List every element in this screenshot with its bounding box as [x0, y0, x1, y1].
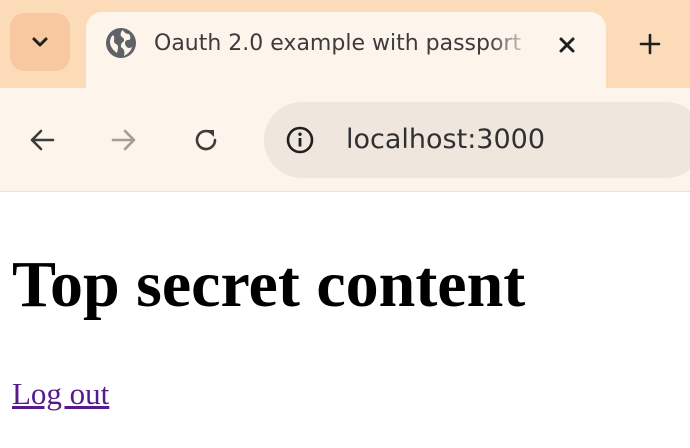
- logout-link[interactable]: Log out: [12, 374, 109, 414]
- url-text[interactable]: localhost:3000: [346, 122, 545, 158]
- globe-icon: [106, 28, 136, 58]
- page-heading: Top secret content: [12, 248, 526, 321]
- site-info-button[interactable]: [280, 120, 320, 160]
- plus-icon: [639, 33, 661, 55]
- forward-arrow-icon: [111, 129, 136, 151]
- info-icon: [286, 126, 314, 154]
- tab-close-button[interactable]: [550, 28, 584, 62]
- close-icon: [559, 37, 575, 53]
- back-arrow-icon: [30, 129, 55, 151]
- chevron-down-icon: [32, 37, 48, 47]
- new-tab-button[interactable]: [628, 24, 672, 64]
- forward-button[interactable]: [102, 118, 146, 162]
- back-button[interactable]: [20, 118, 64, 162]
- tab-search-button[interactable]: [10, 13, 70, 71]
- reload-button[interactable]: [184, 118, 228, 162]
- reload-icon: [195, 129, 217, 151]
- tab-title: Oauth 2.0 example with passport: [154, 31, 522, 56]
